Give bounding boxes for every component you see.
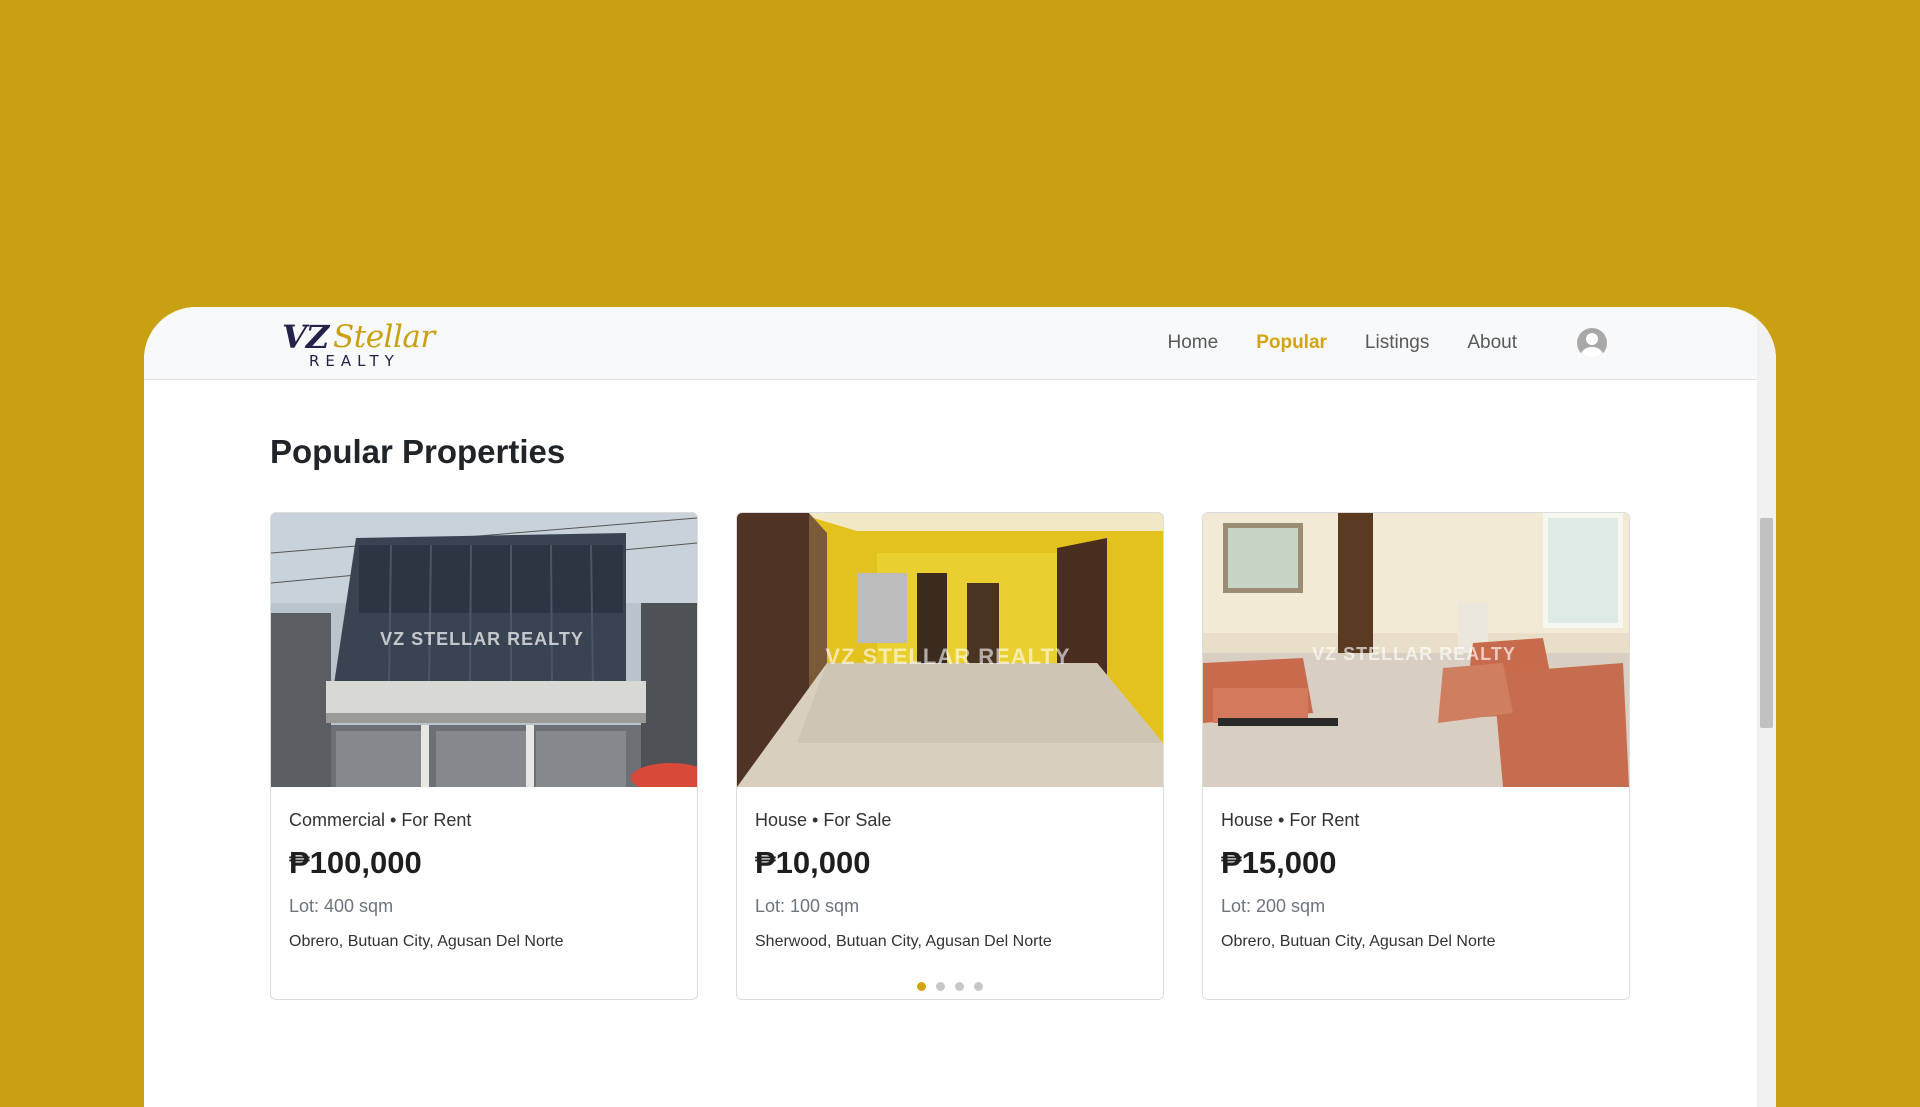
- property-type-status: Commercial • For Rent: [289, 810, 472, 830]
- nav-links: Home Popular Listings About: [1168, 307, 1758, 379]
- property-card[interactable]: VZ STELLAR REALTY House • For Sale ₱10,0…: [736, 512, 1164, 1000]
- nav-link-home[interactable]: Home: [1168, 332, 1219, 354]
- nav-link-listings[interactable]: Listings: [1365, 332, 1429, 354]
- property-location: Sherwood, Butuan City, Agusan Del Norte: [755, 933, 1052, 950]
- property-card[interactable]: VZ STELLAR REALTY Commercial • For Rent …: [270, 512, 698, 1000]
- logo-realty-text: REALTY: [309, 352, 400, 370]
- avatar-head-shape: [1586, 333, 1598, 345]
- watermark-text: VZ STELLAR REALTY: [380, 629, 584, 649]
- property-lot-size: Lot: 200 sqm: [1221, 896, 1326, 916]
- logo-stellar-text: Stellar: [333, 319, 435, 355]
- navbar: VZ Stellar REALTY Home Popular Listings …: [144, 307, 1757, 380]
- commercial-building-photo: [271, 513, 697, 787]
- property-image[interactable]: VZ STELLAR REALTY: [271, 513, 697, 787]
- property-image[interactable]: VZ STELLAR REALTY: [737, 513, 1163, 787]
- carousel-indicators: [917, 982, 993, 991]
- user-avatar-icon[interactable]: [1577, 328, 1607, 358]
- property-price: ₱15,000: [1221, 845, 1337, 880]
- watermark-text: VZ STELLAR REALTY: [1312, 644, 1516, 664]
- property-type-status: House • For Sale: [755, 810, 892, 830]
- browser-window: VZ Stellar REALTY Home Popular Listings …: [144, 307, 1776, 1107]
- property-card[interactable]: VZ STELLAR REALTY House • For Rent ₱15,0…: [1202, 512, 1630, 1000]
- property-cards-row: VZ STELLAR REALTY Commercial • For Rent …: [270, 512, 1632, 1000]
- scrollbar-track[interactable]: [1757, 307, 1776, 1107]
- property-image[interactable]: VZ STELLAR REALTY: [1203, 513, 1629, 787]
- property-location: Obrero, Butuan City, Agusan Del Norte: [289, 933, 564, 950]
- property-price: ₱10,000: [755, 845, 871, 880]
- property-lot-size: Lot: 100 sqm: [755, 896, 860, 916]
- logo-vz-text: VZ: [282, 318, 329, 356]
- property-lot-size: Lot: 400 sqm: [289, 896, 394, 916]
- carousel-dot-4[interactable]: [974, 982, 983, 991]
- section-title: Popular Properties: [270, 433, 566, 470]
- avatar-body-shape: [1581, 347, 1603, 358]
- nav-link-popular[interactable]: Popular: [1256, 332, 1327, 354]
- carousel-dot-2[interactable]: [936, 982, 945, 991]
- watermark-text: VZ STELLAR REALTY: [825, 644, 1071, 669]
- property-price: ₱100,000: [289, 845, 422, 880]
- scrollbar-thumb[interactable]: [1760, 518, 1773, 728]
- logo[interactable]: VZ Stellar REALTY: [282, 319, 452, 371]
- carousel-dot-3[interactable]: [955, 982, 964, 991]
- carousel-dot-1[interactable]: [917, 982, 926, 991]
- nav-link-about[interactable]: About: [1467, 332, 1517, 354]
- property-location: Obrero, Butuan City, Agusan Del Norte: [1221, 933, 1496, 950]
- property-type-status: House • For Rent: [1221, 810, 1360, 830]
